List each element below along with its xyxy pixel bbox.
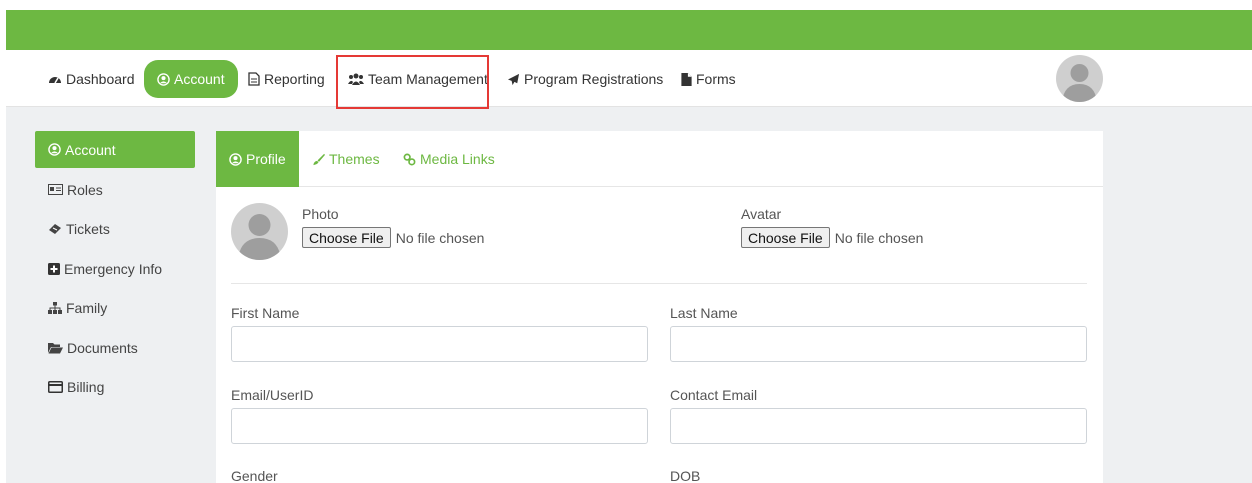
- user-circle-icon: [229, 152, 242, 166]
- paper-plane-icon: [507, 73, 520, 85]
- sidebar-item-roles[interactable]: Roles: [35, 170, 195, 210]
- dashboard-icon: [49, 77, 61, 84]
- nav-item-reporting[interactable]: Reporting: [248, 60, 325, 98]
- nav-item-label: Account: [174, 71, 225, 87]
- sidebar-item-documents[interactable]: Documents: [35, 328, 195, 368]
- section-divider: [231, 283, 1087, 284]
- avatar-silhouette-icon: [238, 214, 281, 260]
- credit-card-icon: [48, 381, 63, 394]
- avatar-choose-file-button[interactable]: Choose File: [741, 227, 830, 248]
- tab-label: Media Links: [420, 151, 495, 167]
- last-name-label: Last Name: [670, 305, 738, 321]
- nav-item-program-registrations[interactable]: Program Registrations: [507, 60, 663, 98]
- link-icon: [403, 153, 416, 165]
- nav-item-dashboard[interactable]: Dashboard: [48, 60, 135, 98]
- sidebar-item-label: Documents: [67, 339, 138, 356]
- avatar-label: Avatar: [741, 206, 782, 222]
- sidebar-item-family[interactable]: Family: [35, 289, 195, 329]
- sidebar-item-label: Billing: [67, 379, 105, 396]
- sitemap-icon: [48, 302, 62, 315]
- app-window: Dashboard Account Reporting Team Managem…: [6, 10, 1252, 483]
- photo-choose-file-button[interactable]: Choose File: [302, 227, 391, 248]
- email-field[interactable]: [231, 408, 648, 444]
- gender-label: Gender: [231, 468, 278, 483]
- sidebar-item-account[interactable]: Account: [35, 131, 195, 168]
- first-name-label: First Name: [231, 305, 300, 321]
- avatar-file-status: No file chosen: [834, 229, 924, 246]
- tab-themes[interactable]: Themes: [312, 131, 380, 187]
- sidebar-item-label: Family: [66, 300, 108, 317]
- account-sidebar: Account Roles Tickets Emergency Info Fam…: [35, 131, 195, 407]
- profile-panel: Profile Themes Media Links Photo Choose …: [216, 131, 1103, 483]
- nav-item-label: Program Registrations: [524, 71, 664, 87]
- last-name-field[interactable]: [670, 326, 1087, 362]
- sidebar-item-label: Account: [65, 141, 116, 158]
- header-bar: [6, 10, 1252, 50]
- tab-label: Themes: [329, 151, 380, 167]
- ticket-icon: [49, 224, 61, 235]
- tab-label: Profile: [246, 151, 286, 167]
- sidebar-item-label: Tickets: [66, 221, 110, 238]
- sidebar-item-billing[interactable]: Billing: [35, 368, 195, 408]
- avatar-file-input: Choose File No file chosen: [741, 227, 923, 248]
- email-label: Email/UserID: [231, 387, 314, 403]
- first-name-field[interactable]: [231, 326, 648, 362]
- report-file-icon: [248, 72, 260, 86]
- photo-file-input: Choose File No file chosen: [302, 227, 484, 248]
- contact-email-label: Contact Email: [670, 387, 758, 403]
- contact-email-field[interactable]: [670, 408, 1087, 444]
- tab-media-links[interactable]: Media Links: [403, 131, 495, 187]
- sidebar-item-label: Emergency Info: [64, 260, 163, 277]
- profile-photo-preview: [231, 203, 288, 260]
- sidebar-item-emergency-info[interactable]: Emergency Info: [35, 249, 195, 289]
- brush-icon: [313, 153, 325, 165]
- annotation-highlight: [336, 55, 489, 109]
- user-circle-icon: [48, 143, 61, 156]
- photo-label: Photo: [302, 206, 339, 222]
- avatar-silhouette-icon: [1062, 64, 1097, 102]
- nav-item-account[interactable]: Account: [144, 60, 238, 98]
- profile-tabs: Profile Themes Media Links: [216, 131, 1103, 187]
- id-card-icon: [48, 184, 63, 196]
- sidebar-item-tickets[interactable]: Tickets: [35, 210, 195, 250]
- nav-item-label: Reporting: [264, 71, 325, 87]
- nav-item-label: Forms: [696, 71, 736, 87]
- user-avatar[interactable]: [1056, 55, 1103, 102]
- plus-square-icon: [48, 262, 60, 275]
- sidebar-item-label: Roles: [67, 181, 103, 198]
- nav-item-forms[interactable]: Forms: [681, 60, 736, 98]
- folder-open-icon: [48, 342, 63, 354]
- nav-item-label: Dashboard: [66, 71, 135, 87]
- file-icon: [681, 72, 692, 86]
- dob-label: DOB: [670, 468, 701, 483]
- photo-file-status: No file chosen: [395, 229, 485, 246]
- tab-profile[interactable]: Profile: [216, 131, 299, 187]
- user-circle-icon: [157, 72, 170, 86]
